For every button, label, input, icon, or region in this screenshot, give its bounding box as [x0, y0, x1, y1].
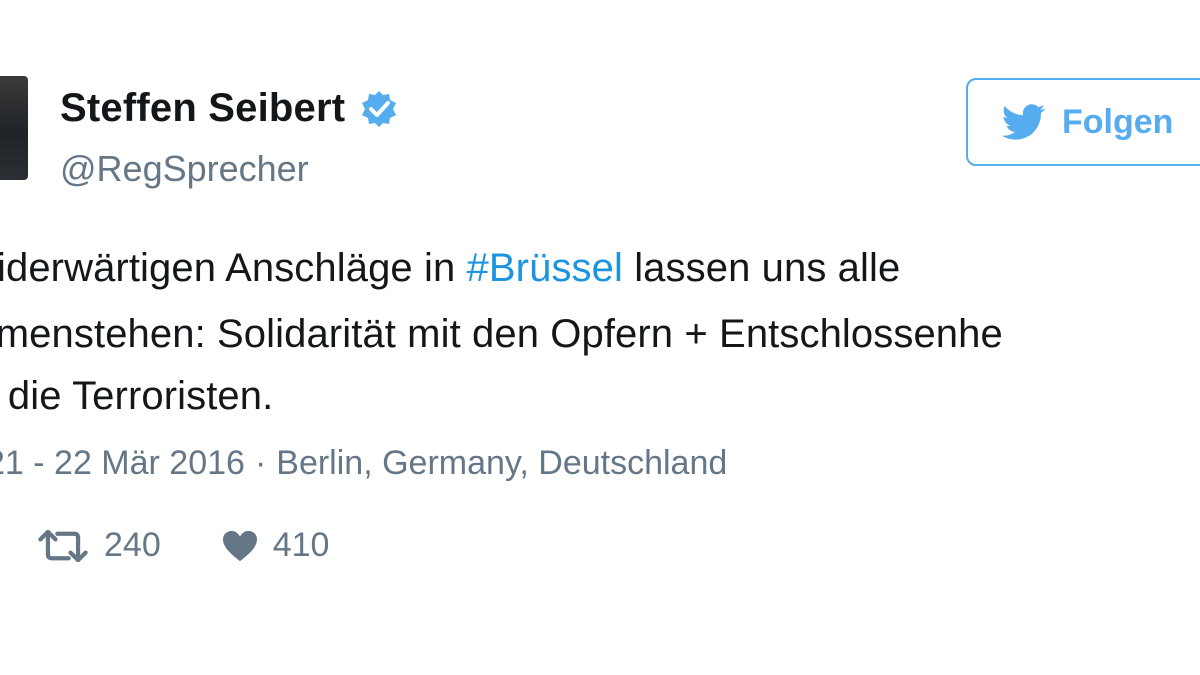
- tweet-card: Steffen Seibert @RegSprecher Folgen wide…: [0, 0, 1200, 675]
- hashtag-link[interactable]: #Brüssel: [467, 246, 623, 290]
- retweet-button[interactable]: 240: [36, 526, 161, 565]
- tweet-text-part: widerwärtigen Anschläge in: [0, 246, 467, 290]
- twitter-bird-icon: [1001, 104, 1046, 140]
- author-name-row: Steffen Seibert: [60, 86, 399, 131]
- tweet-text-line-2: ammenstehen: Solidarität mit den Opfern …: [0, 312, 1003, 356]
- tweet-timestamp[interactable]: 21 - 22 Mär 2016: [0, 444, 245, 482]
- tweet-meta: 21 - 22 Mär 2016 · Berlin, Germany, Deutsc…: [0, 444, 727, 483]
- like-count: 410: [272, 526, 330, 564]
- tweet-text-part: lassen uns alle: [622, 246, 901, 290]
- tweet-text-line-1: widerwärtigen Anschläge in #Brüssel lass…: [0, 246, 900, 291]
- retweet-icon: [36, 529, 90, 562]
- retweet-count: 240: [104, 526, 161, 564]
- like-button[interactable]: 410: [221, 526, 330, 565]
- author-handle[interactable]: @RegSprecher: [60, 148, 309, 190]
- tweet-location[interactable]: Berlin, Germany, Deutschland: [276, 444, 727, 482]
- avatar[interactable]: [0, 76, 28, 180]
- tweet-text-line-3: en die Terroristen.: [0, 374, 274, 418]
- follow-button[interactable]: Folgen: [966, 78, 1200, 166]
- heart-icon: [221, 529, 259, 563]
- meta-separator: ·: [254, 444, 267, 482]
- author-name[interactable]: Steffen Seibert: [60, 86, 345, 131]
- tweet-actions: 240 410: [36, 526, 329, 565]
- follow-button-label: Folgen: [1062, 102, 1174, 141]
- verified-badge-icon: [359, 89, 399, 129]
